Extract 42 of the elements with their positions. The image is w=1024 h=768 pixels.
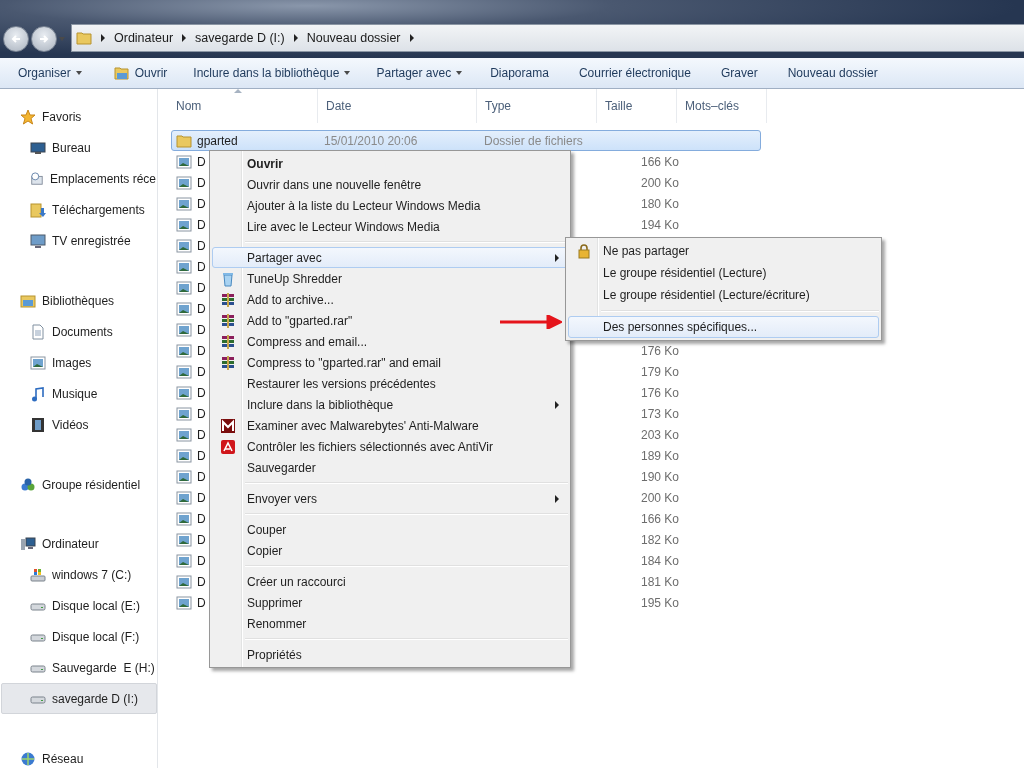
file-size: 180 Ko — [640, 196, 679, 211]
file-size: 184 Ko — [640, 553, 679, 568]
file-date: 15/01/2010 20:06 — [324, 133, 418, 148]
file-name: D — [197, 385, 206, 400]
file-name: D — [197, 448, 206, 463]
file-name: D — [197, 154, 206, 169]
file-size: 190 Ko — [640, 469, 679, 484]
file-size: 173 Ko — [640, 406, 679, 421]
file-name: D — [197, 532, 206, 547]
file-size: 203 Ko — [640, 427, 679, 442]
file-name: D — [197, 343, 206, 358]
file-size: 176 Ko — [640, 385, 679, 400]
file-name: D — [197, 217, 206, 232]
file-size: 195 Ko — [640, 595, 679, 610]
file-size: 200 Ko — [640, 490, 679, 505]
file-name: D — [197, 301, 206, 316]
file-name: D — [197, 259, 206, 274]
file-size: 166 Ko — [640, 154, 679, 169]
file-name: D — [197, 280, 206, 295]
file-name: D — [197, 196, 206, 211]
file-name: D — [197, 406, 206, 421]
file-name: D — [197, 553, 206, 568]
file-name: D — [197, 364, 206, 379]
file-size: 182 Ko — [640, 532, 679, 547]
file-type: Dossier de fichiers — [484, 133, 583, 148]
file-size: 194 Ko — [640, 217, 679, 232]
file-size: 166 Ko — [640, 511, 679, 526]
file-name: D — [197, 175, 206, 190]
file-name: D — [197, 574, 206, 589]
file-name: D — [197, 511, 206, 526]
file-size: 189 Ko — [640, 448, 679, 463]
file-name: D — [197, 322, 206, 337]
file-name: gparted — [197, 133, 238, 148]
file-size: 200 Ko — [640, 175, 679, 190]
file-name: D — [197, 595, 206, 610]
file-name: D — [197, 238, 206, 253]
file-size: 179 Ko — [640, 364, 679, 379]
file-name: D — [197, 469, 206, 484]
file-size: 176 Ko — [640, 343, 679, 358]
file-name: D — [197, 490, 206, 505]
file-size: 181 Ko — [640, 574, 679, 589]
file-name: D — [197, 427, 206, 442]
